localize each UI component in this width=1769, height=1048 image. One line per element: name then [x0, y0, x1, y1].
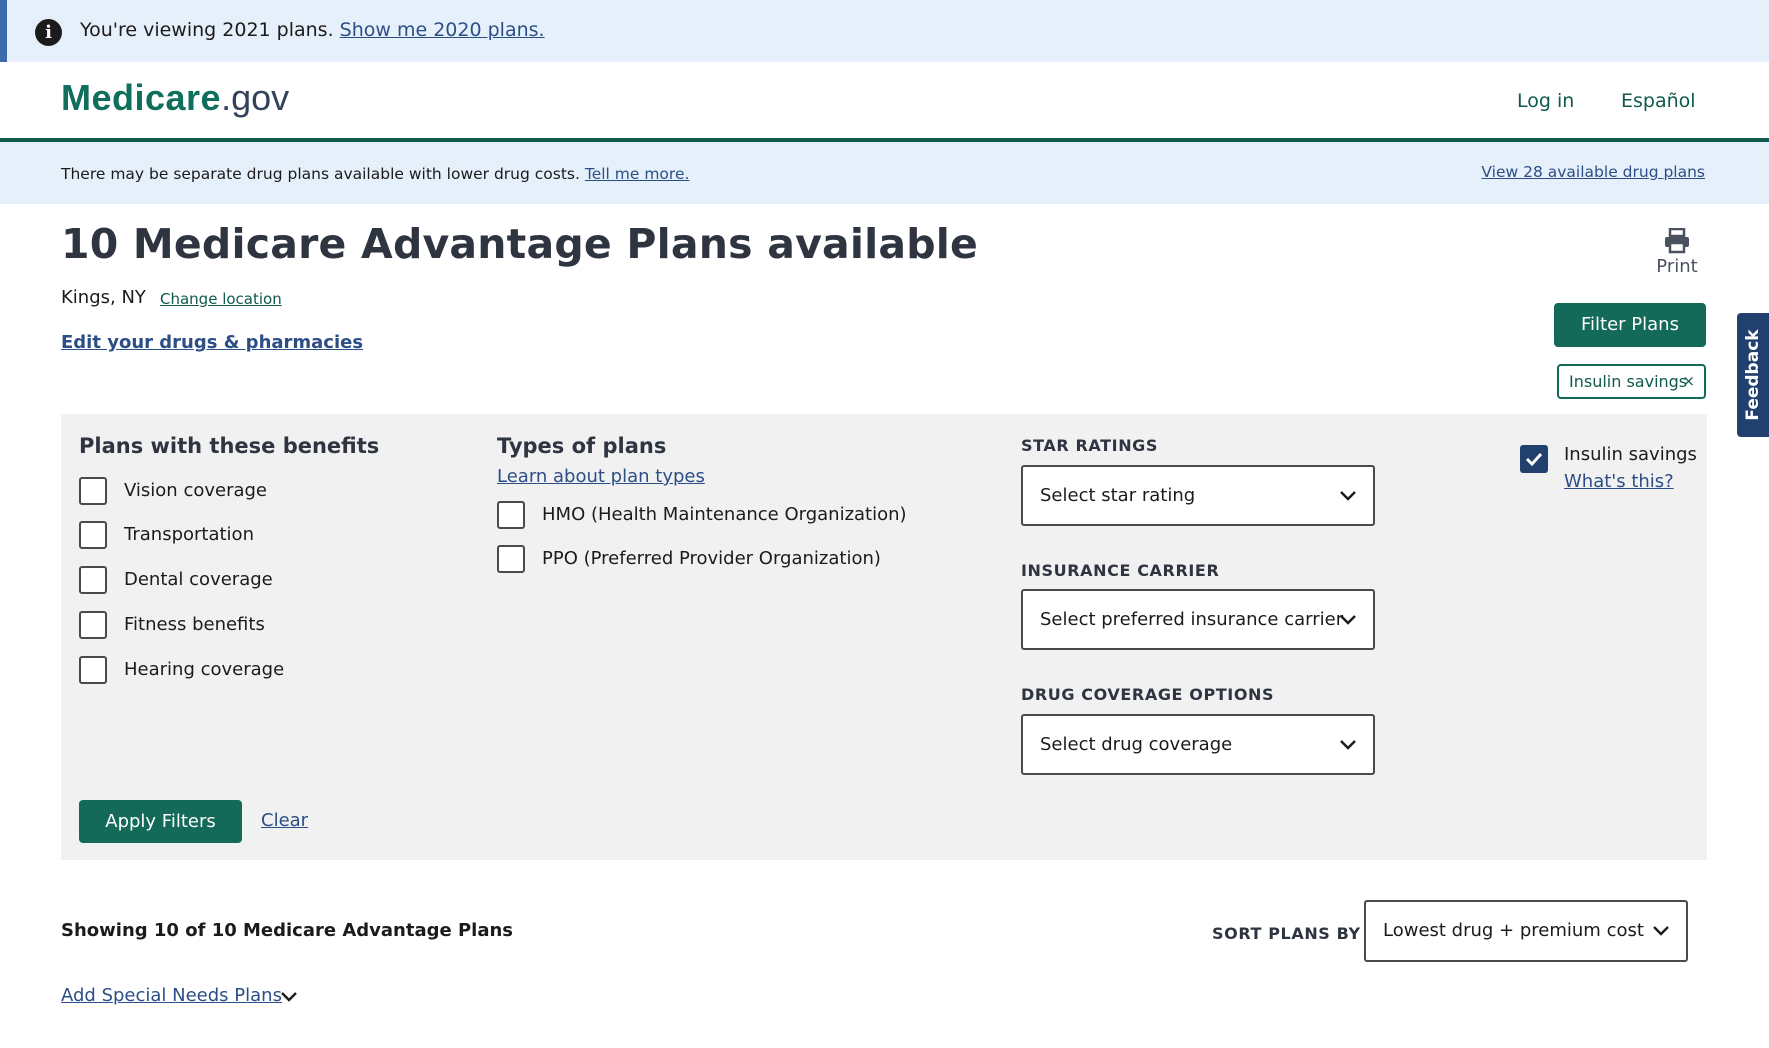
chip-close-icon[interactable]: ×	[1682, 366, 1695, 397]
plan-types-heading: Types of plans	[497, 434, 667, 458]
checkbox-label: HMO (Health Maintenance Organization)	[542, 504, 907, 525]
benefits-heading: Plans with these benefits	[79, 434, 380, 458]
chevron-down-icon	[1340, 740, 1356, 750]
insulin-savings-checkbox[interactable]	[1520, 445, 1548, 473]
medicare-logo[interactable]: Medicare.gov	[61, 77, 289, 119]
checkmark-icon	[1525, 452, 1543, 467]
drug-coverage-label: DRUG COVERAGE OPTIONS	[1021, 685, 1275, 704]
show-2020-plans-link[interactable]: Show me 2020 plans.	[340, 19, 545, 41]
star-ratings-label: STAR RATINGS	[1021, 436, 1159, 455]
checkbox[interactable]	[79, 611, 107, 639]
chevron-down-icon	[1340, 491, 1356, 501]
checkbox[interactable]	[79, 656, 107, 684]
checkbox[interactable]	[79, 477, 107, 505]
info-banner: i You're viewing 2021 plans. Show me 202…	[0, 0, 1769, 62]
checkbox-label: Fitness benefits	[124, 614, 265, 635]
checkbox[interactable]	[79, 566, 107, 594]
checkbox-label: Transportation	[124, 524, 254, 545]
location-text: Kings, NY	[61, 287, 146, 308]
view-drug-plans-link[interactable]: View 28 available drug plans	[1481, 163, 1705, 181]
filter-plans-button[interactable]: Filter Plans	[1554, 303, 1706, 347]
change-location-link[interactable]: Change location	[160, 290, 282, 308]
checkbox[interactable]	[497, 501, 525, 529]
apply-filters-button[interactable]: Apply Filters	[79, 800, 242, 843]
logo-suffix: .gov	[221, 77, 290, 118]
select-value: Select star rating	[1040, 485, 1196, 506]
chevron-down-icon	[1340, 615, 1356, 625]
tell-me-more-link[interactable]: Tell me more.	[585, 165, 690, 183]
select-value: Lowest drug + premium cost	[1383, 920, 1644, 941]
logo-main: Medicare	[61, 77, 222, 118]
site-header: Medicare.gov Log in Español	[0, 62, 1769, 142]
checkbox[interactable]	[497, 545, 525, 573]
checkbox[interactable]	[79, 521, 107, 549]
select-value: Select drug coverage	[1040, 734, 1233, 755]
drug-coverage-select[interactable]: Select drug coverage	[1021, 714, 1375, 775]
chevron-down-icon	[1653, 926, 1669, 936]
results-count: Showing 10 of 10 Medicare Advantage Plan…	[61, 920, 514, 941]
filter-panel: Plans with these benefits Vision coverag…	[61, 414, 1707, 860]
learn-plan-types-link[interactable]: Learn about plan types	[497, 466, 705, 487]
sort-plans-label: SORT PLANS BY	[1212, 924, 1361, 943]
page-title: 10 Medicare Advantage Plans available	[61, 220, 979, 268]
info-banner-message: You're viewing 2021 plans.	[80, 19, 334, 41]
checkbox-label: PPO (Preferred Provider Organization)	[542, 548, 881, 569]
drug-notice-text: There may be separate drug plans availab…	[61, 165, 689, 183]
login-link[interactable]: Log in	[1517, 90, 1574, 112]
whats-this-link[interactable]: What's this?	[1564, 471, 1674, 492]
sort-plans-select[interactable]: Lowest drug + premium cost	[1364, 900, 1688, 962]
checkbox-label: Hearing coverage	[124, 659, 285, 680]
drug-plans-notice: There may be separate drug plans availab…	[0, 142, 1769, 204]
info-icon: i	[35, 19, 62, 46]
edit-drugs-pharmacies-link[interactable]: Edit your drugs & pharmacies	[61, 332, 363, 353]
select-value: Select preferred insurance carrier	[1040, 609, 1344, 630]
insurance-carrier-select[interactable]: Select preferred insurance carrier	[1021, 589, 1375, 650]
print-label: Print	[1656, 256, 1698, 277]
insurance-carrier-label: INSURANCE CARRIER	[1021, 561, 1220, 580]
feedback-label: Feedback	[1743, 329, 1763, 421]
checkbox-label: Vision coverage	[124, 480, 268, 501]
print-button[interactable]: Print	[1651, 228, 1703, 277]
star-rating-select[interactable]: Select star rating	[1021, 465, 1375, 526]
checkbox-label: Dental coverage	[124, 569, 273, 590]
chip-label: Insulin savings	[1569, 372, 1688, 391]
printer-icon	[1665, 228, 1689, 254]
chevron-down-icon[interactable]	[278, 986, 300, 1008]
insulin-savings-chip[interactable]: Insulin savings ×	[1557, 364, 1706, 399]
feedback-tab[interactable]: Feedback	[1737, 313, 1769, 437]
insulin-savings-label: Insulin savings	[1564, 444, 1697, 465]
drug-notice-message: There may be separate drug plans availab…	[61, 165, 580, 183]
clear-filters-link[interactable]: Clear	[261, 810, 308, 831]
language-link[interactable]: Español	[1621, 90, 1696, 112]
add-special-needs-plans-link[interactable]: Add Special Needs Plans	[61, 985, 282, 1006]
info-banner-text: You're viewing 2021 plans. Show me 2020 …	[80, 19, 545, 41]
